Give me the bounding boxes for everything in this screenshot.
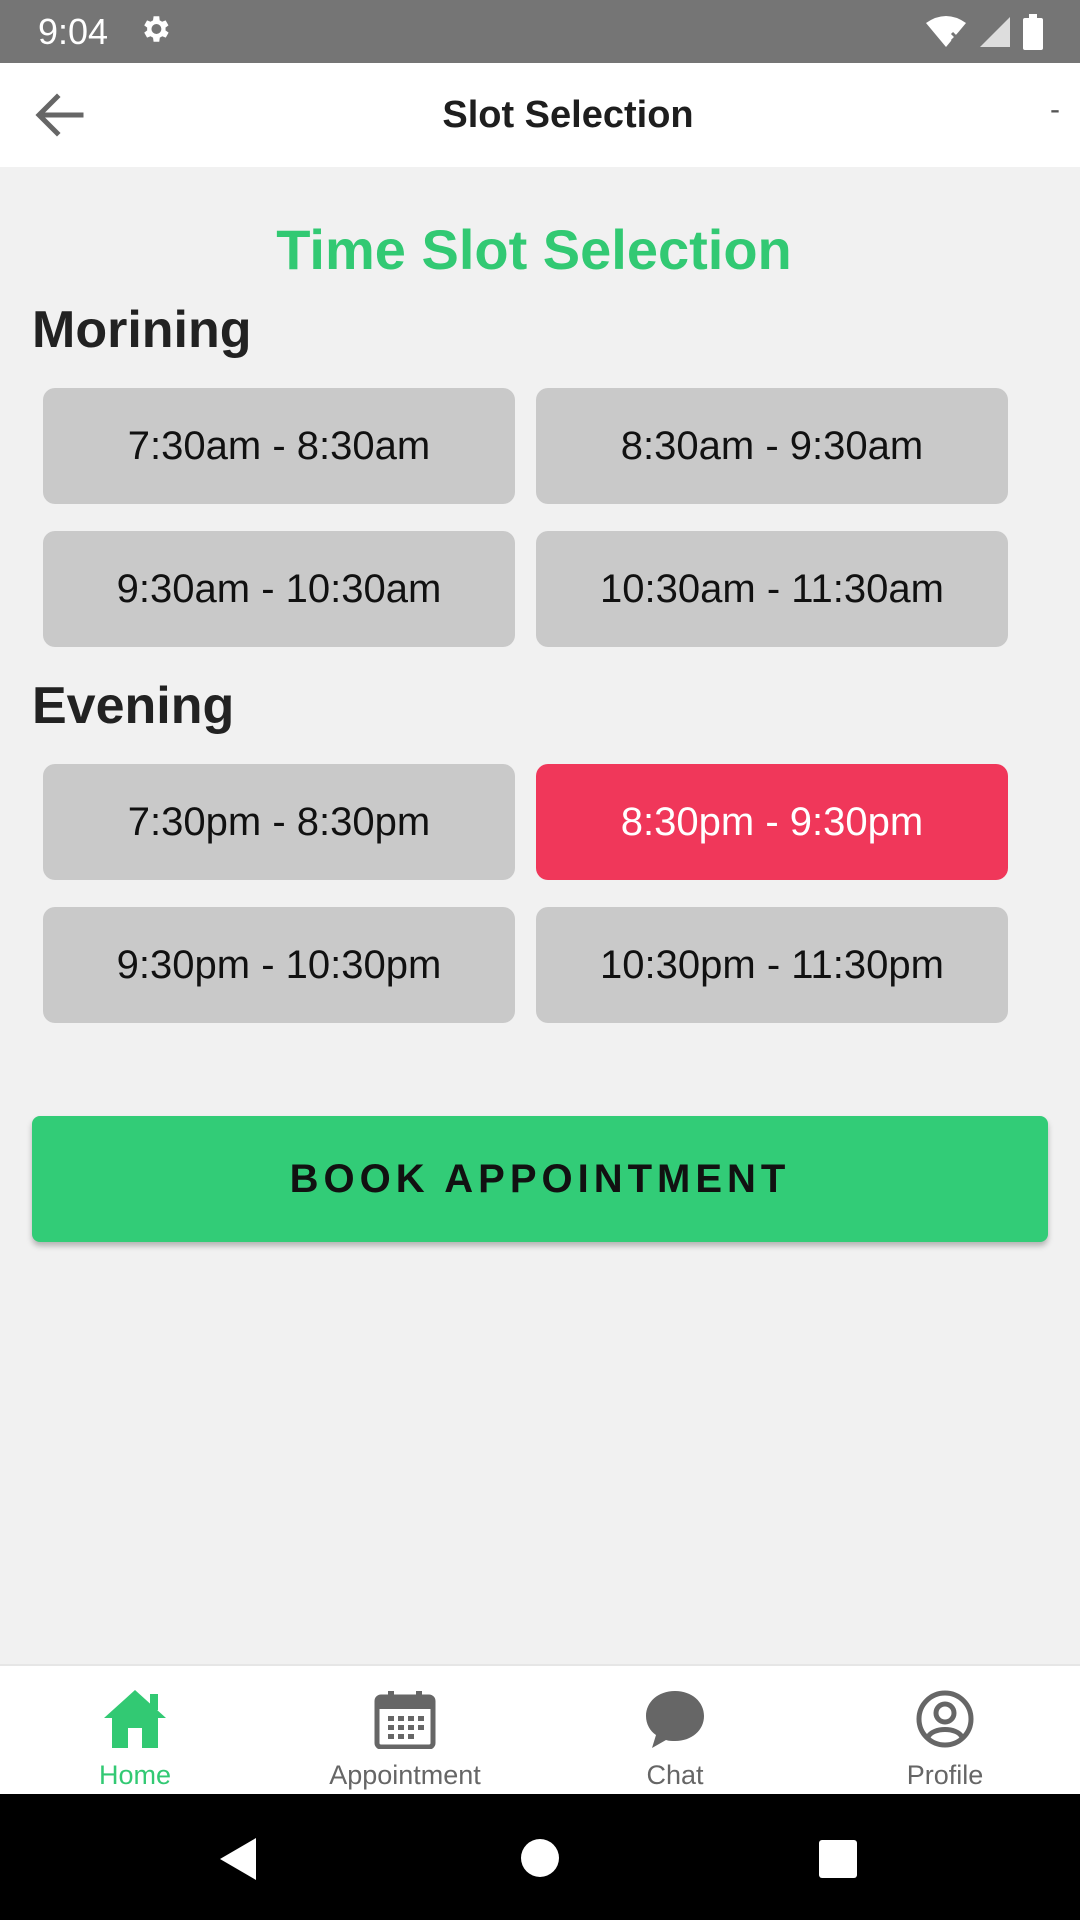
status-time: 9:04 <box>38 10 109 52</box>
morning-section-title: Morining <box>32 301 252 359</box>
morning-slot[interactable]: 8:30am - 9:30am <box>536 388 1008 504</box>
triangle-back-icon <box>218 1838 258 1886</box>
bottom-navigation: Home Appointment Chat Profile <box>0 1664 1080 1794</box>
app-bar: Slot Selection - <box>0 63 1080 167</box>
screen: 9:04 Slot Selection - Time Slot Selectio… <box>0 0 1080 1920</box>
evening-slot-selected[interactable]: 8:30pm - 9:30pm <box>536 764 1008 880</box>
page-title: Slot Selection <box>442 93 694 136</box>
morning-slot[interactable]: 9:30am - 10:30am <box>43 531 515 647</box>
profile-icon <box>915 1684 975 1754</box>
nav-item-profile[interactable]: Profile <box>810 1666 1080 1794</box>
evening-section-title: Evening <box>32 677 235 735</box>
app-bar-trailing-text: - <box>1050 93 1060 126</box>
nav-item-home[interactable]: Home <box>0 1666 270 1794</box>
nav-item-chat[interactable]: Chat <box>540 1666 810 1794</box>
home-icon <box>102 1684 168 1754</box>
square-recents-icon <box>818 1840 858 1883</box>
nav-label: Profile <box>906 1760 984 1790</box>
status-bar: 9:04 <box>0 0 1080 63</box>
evening-slot[interactable]: 9:30pm - 10:30pm <box>43 907 515 1023</box>
wifi-icon <box>924 15 968 49</box>
chat-bubble-icon <box>643 1684 707 1754</box>
system-home-button[interactable] <box>520 1838 560 1883</box>
system-navigation-bar <box>0 1794 1080 1920</box>
morning-slot[interactable]: 7:30am - 8:30am <box>43 388 515 504</box>
nav-item-appointment[interactable]: Appointment <box>270 1666 540 1794</box>
signal-icon <box>978 15 1012 49</box>
book-appointment-button[interactable]: BOOK APPOINTMENT <box>32 1116 1048 1242</box>
status-right <box>924 13 1044 50</box>
evening-slot[interactable]: 10:30pm - 11:30pm <box>536 907 1008 1023</box>
circle-home-icon <box>520 1839 560 1882</box>
battery-icon <box>1022 13 1044 50</box>
nav-label: Home <box>98 1760 172 1790</box>
nav-label: Chat <box>646 1760 704 1790</box>
system-recents-button[interactable] <box>818 1839 858 1884</box>
morning-slot[interactable]: 10:30am - 11:30am <box>536 531 1008 647</box>
time-slot-heading: Time Slot Selection <box>276 218 792 281</box>
system-back-button[interactable] <box>218 1836 258 1887</box>
evening-slot[interactable]: 7:30pm - 8:30pm <box>43 764 515 880</box>
nav-label: Appointment <box>329 1760 481 1790</box>
gear-icon <box>138 12 172 51</box>
calendar-icon <box>374 1684 436 1754</box>
status-left: 9:04 <box>38 11 172 53</box>
